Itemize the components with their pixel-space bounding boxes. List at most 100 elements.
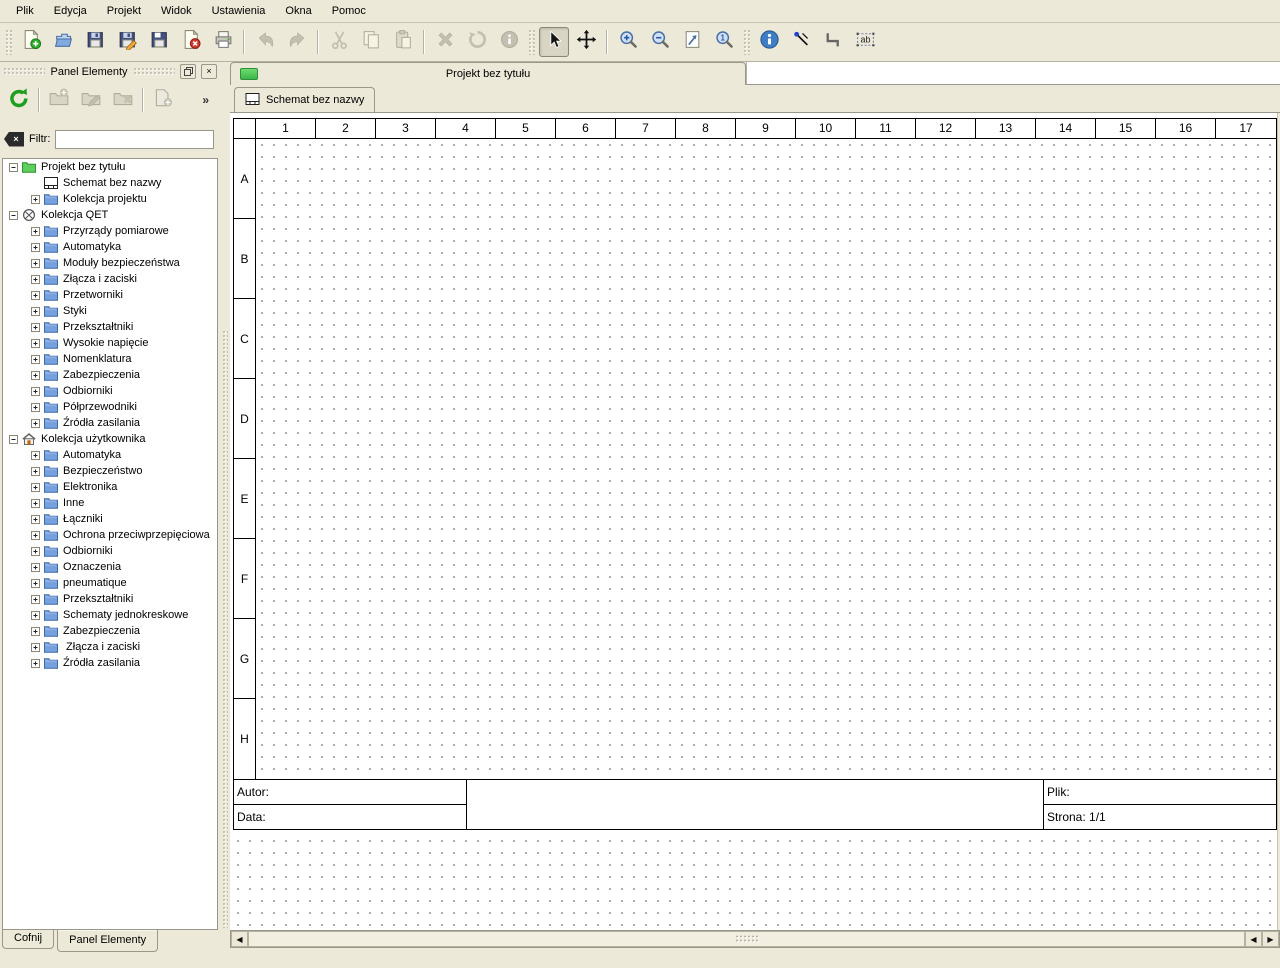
expand-icon[interactable] [31,467,40,476]
tree-item[interactable]: Złącza i zaciski [3,639,217,655]
expand-icon[interactable] [31,611,40,620]
tree-item[interactable]: Schemat bez nazwy [3,175,217,191]
print-button[interactable] [208,27,238,57]
menu-edycja[interactable]: Edycja [44,2,97,20]
tree-item[interactable]: Elektronika [3,479,217,495]
expand-icon[interactable] [31,291,40,300]
clear-filter-icon[interactable]: × [4,132,24,147]
expand-icon[interactable] [31,323,40,332]
conductor-orthogonal-button[interactable] [818,27,848,57]
tree-item[interactable]: Oznaczenia [3,559,217,575]
panel-drag-texture[interactable] [3,67,45,76]
expand-icon[interactable] [31,643,40,652]
expand-icon[interactable] [31,595,40,604]
expand-icon[interactable] [31,547,40,556]
expand-icon[interactable] [31,627,40,636]
tree-item[interactable]: Automatyka [3,239,217,255]
add-conductor-button[interactable] [786,27,816,57]
tree-item[interactable]: Kolekcja projektu [3,191,217,207]
zoom-in-button[interactable] [613,27,643,57]
tree-item[interactable]: Ochrona przeciwprzepięciowa [3,527,217,543]
tree-item[interactable]: Kolekcja użytkownika [3,431,217,447]
tree-item[interactable]: Źródła zasilania [3,655,217,671]
collections-tree[interactable]: Projekt bez tytułuSchemat bez nazwyKolek… [2,158,218,930]
panel-splitter[interactable] [220,62,230,968]
menu-plik[interactable]: Plik [6,2,44,20]
menu-okna[interactable]: Okna [275,2,321,20]
tree-item[interactable]: Przekształtniki [3,319,217,335]
tree-item[interactable]: Zabezpieczenia [3,623,217,639]
tree-item[interactable]: Odbiorniki [3,543,217,559]
tree-item[interactable]: Odbiorniki [3,383,217,399]
collapse-icon[interactable] [9,163,18,172]
reload-collections-button[interactable] [3,84,35,116]
expand-icon[interactable] [31,483,40,492]
expand-icon[interactable] [31,371,40,380]
tree-item[interactable]: Automatyka [3,447,217,463]
expand-icon[interactable] [31,227,40,236]
add-text-button[interactable]: ab [850,27,880,57]
tree-item[interactable]: Wysokie napięcie [3,335,217,351]
select-mode-button[interactable] [539,27,569,57]
tree-item[interactable]: Łączniki [3,511,217,527]
collapse-icon[interactable] [9,211,18,220]
menu-pomoc[interactable]: Pomoc [322,2,376,20]
menu-projekt[interactable]: Projekt [97,2,151,20]
tree-item[interactable]: Przekształtniki [3,591,217,607]
tree-item[interactable]: Półprzewodniki [3,399,217,415]
expand-icon[interactable] [31,563,40,572]
tree-item[interactable]: Złącza i zaciski [3,271,217,287]
expand-icon[interactable] [31,355,40,364]
tree-item[interactable]: Bezpieczeństwo [3,463,217,479]
tree-item[interactable]: Inne [3,495,217,511]
scroll-right-button[interactable]: ▶ [1262,931,1279,947]
expand-icon[interactable] [31,579,40,588]
menu-ustawienia[interactable]: Ustawienia [202,2,276,20]
tree-item[interactable]: Styki [3,303,217,319]
tree-item[interactable]: Projekt bez tytułu [3,159,217,175]
expand-icon[interactable] [31,339,40,348]
scrollbar-thumb[interactable] [248,931,1245,947]
new-project-button[interactable] [16,27,46,57]
expand-icon[interactable] [31,499,40,508]
diagram-tab[interactable]: Schemat bez nazwy [234,87,375,112]
scroll-left-button[interactable]: ◀ [231,931,248,947]
horizontal-scrollbar[interactable]: ◀ ◀ ▶ [230,930,1280,948]
dock-tab-panel-elementy[interactable]: Panel Elementy [57,930,158,952]
toolbar-handle[interactable] [528,29,535,55]
expand-icon[interactable] [31,451,40,460]
menu-widok[interactable]: Widok [151,2,202,20]
zoom-fit-button[interactable] [677,27,707,57]
tree-item[interactable]: Schematy jednokreskowe [3,607,217,623]
expand-icon[interactable] [31,387,40,396]
zoom-out-button[interactable] [645,27,675,57]
diagram-properties-button[interactable] [754,27,784,57]
expand-icon[interactable] [31,531,40,540]
expand-icon[interactable] [31,419,40,428]
scroll-left-button-2[interactable]: ◀ [1245,931,1262,947]
diagram-canvas[interactable]: 1234567891011121314151617 ABCDEFGH Autor… [230,112,1280,930]
open-project-button[interactable] [48,27,78,57]
panel-drag-texture[interactable] [133,67,175,76]
collapse-icon[interactable] [9,435,18,444]
close-file-button[interactable] [176,27,206,57]
tree-item[interactable]: Zabezpieczenia [3,367,217,383]
tree-item[interactable]: Nomenklatura [3,351,217,367]
expand-icon[interactable] [31,195,40,204]
filter-input[interactable] [55,130,214,149]
panel-float-button[interactable] [180,64,196,79]
toolbar-handle[interactable] [5,29,12,55]
dock-tab-cofnij[interactable]: Cofnij [2,930,54,949]
expand-icon[interactable] [31,659,40,668]
save-project-button[interactable] [80,27,110,57]
tree-item[interactable]: Przyrządy pomiarowe [3,223,217,239]
project-tab[interactable]: Projekt bez tytułu [230,62,746,85]
tree-item[interactable]: Źródła zasilania [3,415,217,431]
panel-close-button[interactable]: × [201,64,217,79]
expand-icon[interactable] [31,259,40,268]
expand-icon[interactable] [31,243,40,252]
tree-item[interactable]: Moduły bezpieczeństwa [3,255,217,271]
tree-item[interactable]: Przetworniki [3,287,217,303]
expand-icon[interactable] [31,275,40,284]
pan-mode-button[interactable] [571,27,601,57]
